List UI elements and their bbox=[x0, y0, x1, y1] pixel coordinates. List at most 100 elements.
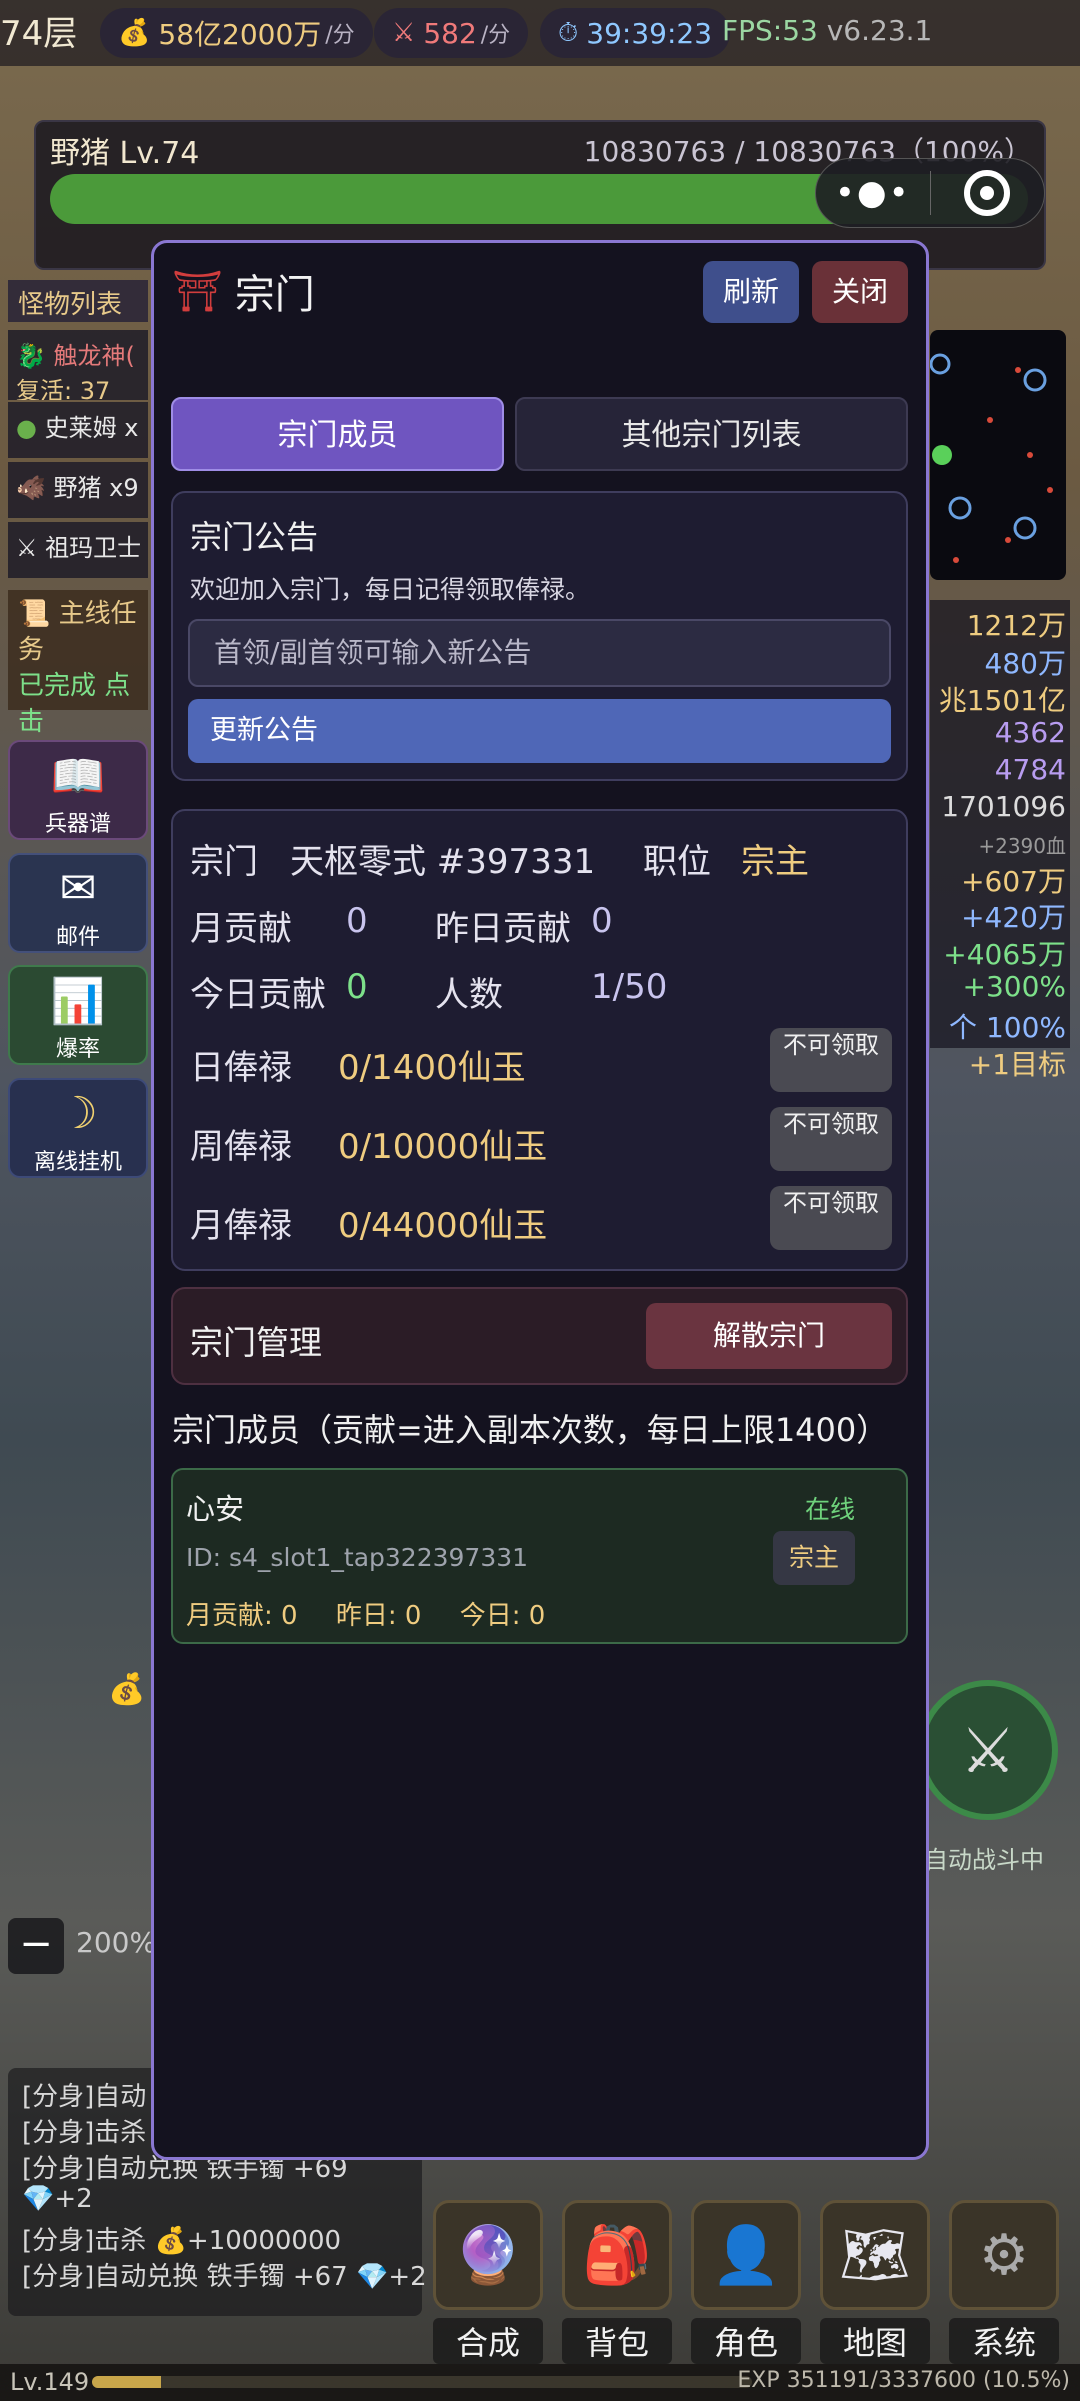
yesterday-contrib-value: 0 bbox=[591, 901, 613, 941]
slime-icon: ● bbox=[16, 414, 37, 442]
month-contrib-label: 月贡献 bbox=[190, 909, 292, 949]
claim-daily-button[interactable]: 不可领取 bbox=[770, 1028, 892, 1092]
sect-name: 天枢零式 #397331 bbox=[290, 842, 596, 882]
nav-compose[interactable]: 🔮 合成 bbox=[433, 2200, 543, 2364]
log-line: [分身]击杀 bbox=[22, 2118, 147, 2148]
more-dots-icon[interactable]: •●• bbox=[816, 173, 930, 213]
stat-value: +300% bbox=[962, 970, 1066, 1003]
money-bag-icon: 💰 bbox=[108, 1672, 146, 1707]
exp-bar bbox=[92, 2376, 752, 2388]
notice-heading: 宗门公告 bbox=[190, 518, 319, 556]
log-line: [分身]自动兑换 铁手镯 +67 💎+2 bbox=[22, 2262, 427, 2292]
drop-rate-button[interactable]: 📊 爆率 bbox=[8, 965, 148, 1065]
zoom-level: 200% bbox=[76, 1926, 157, 1959]
stat-value: 兆1501亿 bbox=[938, 684, 1066, 717]
tab-sect-members[interactable]: 宗门成员 bbox=[171, 397, 504, 471]
monster-item[interactable]: ⚔ 祖玛卫士 bbox=[8, 522, 148, 578]
mail-button[interactable]: ✉ 邮件 bbox=[8, 853, 148, 953]
dissolve-sect-button[interactable]: 解散宗门 bbox=[646, 1303, 892, 1369]
crossed-swords-icon: ⚔ bbox=[960, 1713, 1016, 1787]
chart-icon: 📊 bbox=[50, 976, 106, 1027]
stat-value: +2390血 bbox=[978, 834, 1066, 858]
backpack-icon: 🎒 bbox=[562, 2200, 672, 2310]
floor-label: 74层 bbox=[0, 14, 78, 54]
member-contrib-stats: 月贡献: 0 昨日: 0 今日: 0 bbox=[186, 1601, 546, 1631]
monster-item[interactable]: ● 史莱姆 x bbox=[8, 402, 148, 458]
gold-rate-pill: 💰 58亿2000万 /分 bbox=[100, 8, 373, 58]
map-icon: 🗺 bbox=[820, 2200, 930, 2310]
crystal-ball-icon: 🔮 bbox=[433, 2200, 543, 2310]
gear-icon: ⚙ bbox=[949, 2200, 1059, 2310]
salary-label: 周俸禄 bbox=[190, 1127, 292, 1167]
members-count-value: 1/50 bbox=[591, 967, 668, 1007]
offline-idle-button[interactable]: ☽ 离线挂机 bbox=[8, 1078, 148, 1178]
position-value: 宗主 bbox=[741, 842, 809, 882]
stat-value: 480万 bbox=[984, 647, 1066, 680]
player-level: Lv.149 bbox=[10, 2368, 90, 2396]
salary-label: 月俸禄 bbox=[190, 1206, 292, 1246]
management-title: 宗门管理 bbox=[190, 1323, 322, 1362]
stat-value: 个 100% bbox=[949, 1011, 1066, 1044]
position-label: 职位 bbox=[643, 842, 711, 882]
member-name: 心安 bbox=[186, 1492, 245, 1526]
boss-name: 野猪 Lv.74 bbox=[50, 136, 200, 171]
kill-rate-pill: ⚔ 582 /分 bbox=[374, 8, 529, 58]
claim-weekly-button[interactable]: 不可领取 bbox=[770, 1107, 892, 1171]
close-target-icon[interactable] bbox=[931, 170, 1045, 216]
stat-value: 1212万 bbox=[966, 609, 1066, 642]
month-contrib-value: 0 bbox=[346, 901, 368, 941]
mail-icon: ✉ bbox=[59, 863, 97, 914]
sect-label: 宗门 bbox=[190, 842, 258, 882]
torii-icon: ⛩ bbox=[172, 268, 223, 315]
stat-value: +4065万 bbox=[943, 938, 1066, 971]
nav-map[interactable]: 🗺 地图 bbox=[820, 2200, 930, 2364]
money-bag-icon: 💰 bbox=[118, 18, 151, 48]
minimap-dots bbox=[929, 353, 1053, 563]
weapon-book-button[interactable]: 📖 兵器谱 bbox=[8, 740, 148, 840]
scroll-icon: 📜 bbox=[18, 599, 51, 629]
monster-list-title[interactable]: 怪物列表 bbox=[8, 280, 148, 322]
nav-character[interactable]: 👤 角色 bbox=[691, 2200, 801, 2364]
stat-value: +607万 bbox=[961, 865, 1066, 898]
miniprogram-capsule[interactable]: •●• bbox=[815, 158, 1045, 228]
salary-label: 日俸禄 bbox=[190, 1048, 292, 1088]
zoom-out-button[interactable]: − bbox=[8, 1918, 64, 1974]
notice-input[interactable]: 首领/副首领可输入新公告 bbox=[188, 619, 891, 687]
auto-fight-label: 自动战斗中 bbox=[924, 1846, 1044, 1874]
stat-value: 1701096 bbox=[941, 790, 1066, 823]
stopwatch-icon: ⏱ bbox=[558, 17, 579, 48]
salary-value: 0/10000仙玉 bbox=[338, 1127, 548, 1167]
main-quest-panel[interactable]: 📜 主线任务 已完成 点击 层 bbox=[8, 590, 148, 773]
stat-value: +1目标 bbox=[968, 1048, 1066, 1081]
stat-value: 4784 bbox=[994, 753, 1066, 786]
minimap[interactable] bbox=[929, 330, 1066, 580]
monster-item[interactable]: 🐉 触龙神( 复活: 37 bbox=[8, 330, 148, 400]
claim-monthly-button[interactable]: 不可领取 bbox=[770, 1186, 892, 1250]
dragon-icon: 🐉 bbox=[16, 342, 46, 370]
update-notice-button[interactable]: 更新公告 bbox=[188, 699, 891, 763]
timer-pill: ⏱ 39:39:23 bbox=[540, 8, 731, 58]
yesterday-contrib-label: 昨日贡献 bbox=[435, 909, 571, 949]
stat-value: +420万 bbox=[961, 901, 1066, 934]
nav-system[interactable]: ⚙ 系统 bbox=[949, 2200, 1059, 2364]
member-role-badge: 宗主 bbox=[773, 1531, 855, 1585]
notice-text: 欢迎加入宗门，每日记得领取俸禄。 bbox=[190, 575, 591, 604]
salary-value: 0/44000仙玉 bbox=[338, 1206, 548, 1246]
members-heading: 宗门成员（贡献=进入副本次数，每日上限1400） bbox=[172, 1411, 889, 1449]
nav-backpack[interactable]: 🎒 背包 bbox=[562, 2200, 672, 2364]
today-contrib-label: 今日贡献 bbox=[190, 975, 326, 1015]
exp-text: EXP 351191/3337600 (10.5%) bbox=[737, 2368, 1070, 2393]
log-line: [分身]击杀 💰+10000000 bbox=[22, 2226, 342, 2256]
auto-fight-button[interactable]: ⚔ bbox=[918, 1680, 1058, 1820]
monster-item[interactable]: 🐗 野猪 x9 bbox=[8, 462, 148, 518]
moon-icon: ☽ bbox=[58, 1088, 98, 1139]
crossed-swords-icon: ⚔ bbox=[392, 18, 416, 48]
refresh-button[interactable]: 刷新 bbox=[703, 261, 799, 323]
tab-other-sects[interactable]: 其他宗门列表 bbox=[515, 397, 908, 471]
dialog-title: ⛩ 宗门 bbox=[172, 268, 315, 319]
member-online-status: 在线 bbox=[805, 1495, 856, 1524]
today-contrib-value: 0 bbox=[346, 967, 368, 1007]
member-id: ID: s4_slot1_tap322397331 bbox=[186, 1543, 529, 1572]
close-button[interactable]: 关闭 bbox=[812, 261, 908, 323]
fps-version: FPS:53 v6.23.1 bbox=[722, 14, 933, 47]
